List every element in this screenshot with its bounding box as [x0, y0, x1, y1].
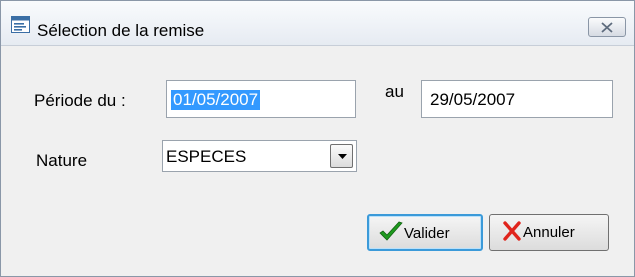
nature-select[interactable]: ESPECES — [162, 140, 357, 172]
title-bar[interactable]: Sélection de la remise — [1, 1, 634, 46]
annuler-button[interactable]: Annuler — [489, 214, 609, 251]
date-from-input[interactable]: 01/05/2007 — [166, 80, 356, 118]
nature-dropdown-button[interactable] — [330, 144, 353, 168]
dialog-window: Sélection de la remise Période du : 01/0… — [0, 0, 635, 277]
x-cross-icon — [503, 221, 521, 241]
valider-button[interactable]: Valider — [367, 214, 483, 251]
date-to-input[interactable]: 29/05/2007 — [421, 80, 613, 118]
valider-label: Valider — [404, 225, 450, 242]
chevron-down-icon — [338, 154, 347, 159]
periode-label: Période du : — [34, 91, 126, 110]
form-window-icon — [11, 16, 31, 34]
date-to-value: 29/05/2007 — [430, 90, 516, 109]
au-label: au — [385, 82, 404, 101]
checkmark-icon — [379, 221, 403, 241]
nature-selected-value: ESPECES — [166, 147, 247, 166]
close-icon — [601, 22, 613, 33]
window-title: Sélection de la remise — [37, 21, 205, 40]
date-from-value: 01/05/2007 — [171, 90, 261, 110]
close-button[interactable] — [588, 17, 626, 37]
annuler-label: Annuler — [523, 224, 575, 241]
nature-label: Nature — [36, 151, 88, 170]
